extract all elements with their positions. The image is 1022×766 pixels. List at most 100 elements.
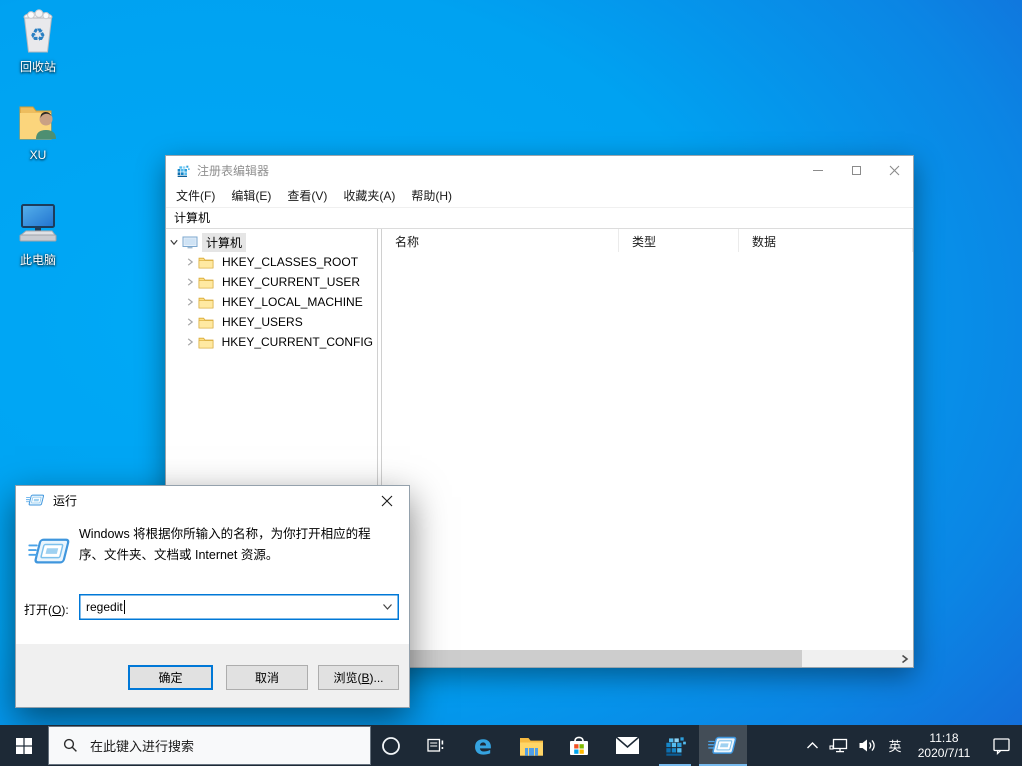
menu-favorites[interactable]: 收藏夹(A): [335, 185, 403, 207]
chevron-up-icon: [806, 742, 818, 749]
network-tray-icon[interactable]: [825, 725, 852, 766]
run-dialog-titlebar[interactable]: 运行: [16, 486, 409, 515]
desktop-icon-label: 此电脑: [19, 253, 56, 267]
chevron-right-icon[interactable]: [182, 297, 198, 307]
run-dialog-title: 运行: [53, 494, 78, 508]
tree-item-computer[interactable]: 计算机: [166, 232, 377, 252]
ethernet-icon: [829, 738, 848, 752]
run-dialog-footer: 确定 取消 浏览(B)...: [16, 644, 409, 707]
mail-button[interactable]: [603, 725, 651, 766]
tree-item-label[interactable]: HKEY_CURRENT_CONFIG: [218, 334, 377, 350]
run-taskbar-button[interactable]: [699, 725, 747, 766]
tree-item-label[interactable]: HKEY_LOCAL_MACHINE: [218, 294, 367, 310]
ok-button[interactable]: 确定: [128, 665, 213, 690]
regedit-titlebar[interactable]: 注册表编辑器: [166, 156, 913, 185]
close-icon: [381, 495, 392, 506]
regedit-window-title: 注册表编辑器: [197, 164, 270, 178]
regedit-menubar: 文件(F) 编辑(E) 查看(V) 收藏夹(A) 帮助(H): [166, 185, 913, 207]
chevron-right-icon[interactable]: [182, 337, 198, 347]
cortana-icon: [382, 736, 400, 755]
run-icon: [26, 493, 45, 508]
regedit-taskbar-button[interactable]: [651, 725, 699, 766]
tree-item-hkey-current-user[interactable]: HKEY_CURRENT_USER: [166, 272, 377, 292]
clock[interactable]: 11:18 2020/7/11: [908, 725, 980, 766]
desktop-icon-label: XU: [29, 148, 47, 162]
chevron-right-icon[interactable]: [182, 277, 198, 287]
chevron-right-icon[interactable]: [182, 317, 198, 327]
edge-button[interactable]: e: [459, 725, 507, 766]
regedit-address-bar[interactable]: 计算机: [166, 207, 913, 229]
store-button[interactable]: [555, 725, 603, 766]
close-icon: [889, 165, 899, 176]
tree-item-hkey-users[interactable]: HKEY_USERS: [166, 312, 377, 332]
edge-icon: e: [473, 730, 493, 761]
chevron-right-icon: [901, 654, 908, 663]
show-hidden-icons-button[interactable]: [799, 725, 825, 766]
action-center-button[interactable]: [980, 725, 1022, 766]
tree-item-label[interactable]: HKEY_USERS: [218, 314, 307, 330]
notification-icon: [992, 737, 1010, 755]
close-button[interactable]: [364, 486, 409, 515]
regedit-icon: [662, 733, 688, 759]
menu-help[interactable]: 帮助(H): [403, 185, 460, 207]
desktop-icon-user-folder[interactable]: XU: [0, 97, 76, 162]
menu-edit[interactable]: 编辑(E): [223, 185, 279, 207]
column-header-name[interactable]: 名称: [382, 229, 619, 252]
menu-file[interactable]: 文件(F): [168, 185, 223, 207]
user-folder-icon: [15, 97, 61, 145]
list-header: 名称 类型 数据: [382, 229, 913, 252]
tree-item-hkey-classes-root[interactable]: HKEY_CLASSES_ROOT: [166, 252, 377, 272]
desktop-icon-label: 回收站: [19, 60, 56, 74]
tree-item-label[interactable]: 计算机: [202, 232, 247, 252]
folder-icon: [198, 296, 214, 309]
desktop-icon-this-pc[interactable]: 此电脑: [0, 200, 76, 268]
tree-item-hkey-current-config[interactable]: HKEY_CURRENT_CONFIG: [166, 332, 377, 352]
store-icon: [570, 736, 588, 755]
language-indicator[interactable]: 英: [882, 725, 908, 766]
folder-icon: [198, 256, 214, 269]
search-placeholder: 在此键入进行搜索: [90, 739, 195, 754]
menu-view[interactable]: 查看(V): [279, 185, 335, 207]
task-view-icon: [426, 738, 443, 752]
cancel-button[interactable]: 取消: [226, 665, 308, 690]
run-command-value[interactable]: regedit: [80, 600, 123, 614]
taskbar-search-box[interactable]: 在此键入进行搜索: [48, 726, 371, 765]
start-button[interactable]: [0, 725, 48, 766]
maximize-button[interactable]: [837, 156, 875, 185]
chevron-down-icon: [382, 604, 392, 610]
tree-item-hkey-local-machine[interactable]: HKEY_LOCAL_MACHINE: [166, 292, 377, 312]
minimize-icon: [813, 170, 823, 171]
column-header-type[interactable]: 类型: [619, 229, 739, 252]
time-text: 11:18: [929, 730, 959, 745]
file-explorer-button[interactable]: [507, 725, 555, 766]
desktop-icon-recycle-bin[interactable]: ♻ 回收站: [0, 7, 76, 75]
volume-tray-icon[interactable]: [852, 725, 882, 766]
speaker-icon: [859, 739, 875, 752]
open-label: 打开(O):: [24, 603, 69, 617]
scrollbar-right-arrow[interactable]: [896, 650, 913, 667]
chevron-right-icon[interactable]: [182, 257, 198, 267]
taskbar: 在此键入进行搜索 e 英 11:18 2020/7/11: [0, 725, 1022, 766]
browse-button[interactable]: 浏览(B)...: [318, 665, 399, 690]
run-command-combobox[interactable]: regedit: [79, 594, 399, 620]
scrollbar-thumb[interactable]: [386, 650, 802, 667]
search-icon: [63, 738, 78, 753]
text-caret: [123, 600, 125, 614]
tree-item-label[interactable]: HKEY_CURRENT_USER: [218, 274, 364, 290]
folder-icon: [198, 336, 214, 349]
horizontal-scrollbar[interactable]: [382, 650, 913, 667]
run-icon: [708, 735, 738, 757]
computer-icon: [182, 236, 198, 249]
combobox-dropdown-button[interactable]: [376, 603, 398, 611]
chevron-down-icon[interactable]: [166, 237, 182, 247]
close-button[interactable]: [875, 156, 913, 185]
run-icon-large: [28, 536, 72, 568]
date-text: 2020/7/11: [917, 745, 971, 760]
column-header-data[interactable]: 数据: [739, 229, 913, 252]
svg-text:♻: ♻: [30, 25, 46, 46]
tree-item-label[interactable]: HKEY_CLASSES_ROOT: [218, 254, 362, 270]
minimize-button[interactable]: [799, 156, 837, 185]
cortana-button[interactable]: [371, 725, 411, 766]
file-explorer-icon: [519, 737, 543, 756]
task-view-button[interactable]: [411, 725, 459, 766]
